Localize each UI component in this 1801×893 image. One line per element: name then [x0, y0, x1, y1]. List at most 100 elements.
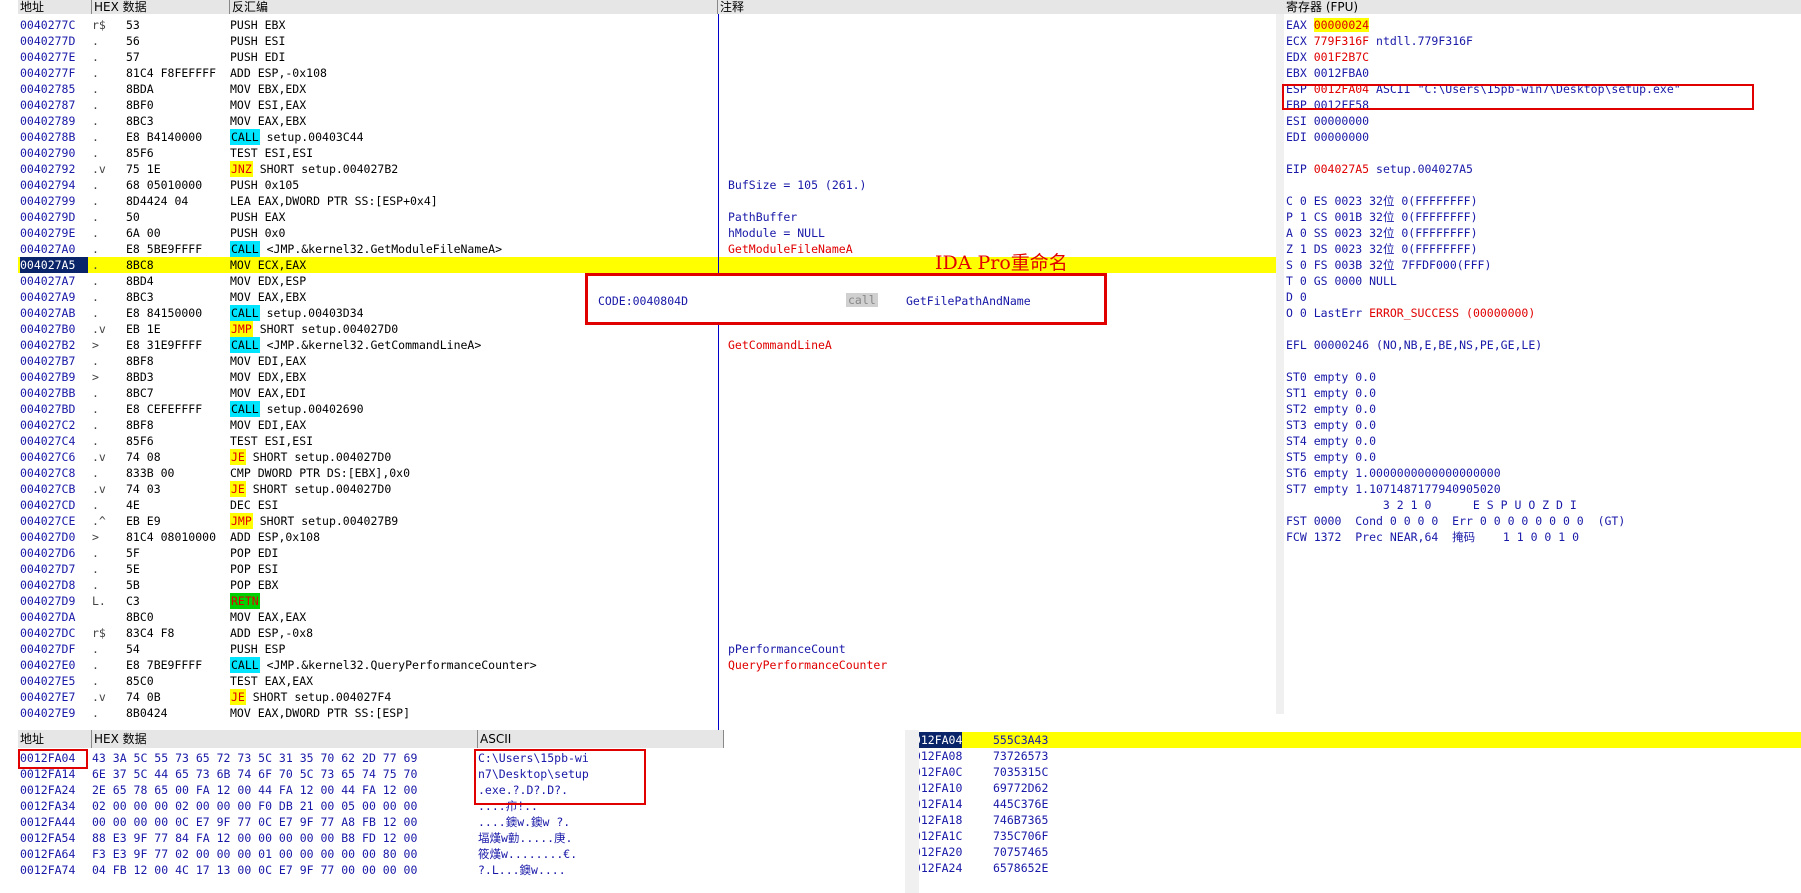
disasm-instruction[interactable]: CALL setup.00403C44 — [230, 129, 710, 145]
disasm-instruction[interactable]: PUSH 0x105 — [230, 177, 710, 193]
dump-address[interactable]: 0012FA54 — [20, 830, 75, 846]
disasm-row[interactable]: 004027B9 >8BD3 MOV EDX,EBX — [18, 369, 1293, 385]
disasm-row[interactable]: 00402799. 8D4424 04 LEA EAX,DWORD PTR SS:[… — [18, 193, 1293, 209]
dump-address[interactable]: 0012FA74 — [20, 862, 75, 878]
register-value[interactable]: 00000000 — [1314, 114, 1369, 128]
dump-col-ascii[interactable]: ASCII — [478, 730, 724, 748]
disasm-instruction[interactable]: MOV ECX,EAX — [230, 257, 710, 273]
disasm-address[interactable]: 004027E5 — [20, 673, 88, 689]
disasm-row[interactable]: 004027E5. 85C0 TEST EAX,EAX — [18, 673, 1293, 689]
disasm-row[interactable]: 0040279E. 6A 00 PUSH 0x0 hModule = NULL — [18, 225, 1293, 241]
stack-row[interactable]: 0012FA0C 7035315C — [905, 764, 1801, 780]
disasm-instruction[interactable]: PUSH ESI — [230, 33, 710, 49]
disasm-row[interactable]: 004027C6 .v 74 08 JE SHORT setup.004027D0 — [18, 449, 1293, 465]
disasm-row[interactable]: 004027B7. 8BF8 MOV EDI,EAX — [18, 353, 1293, 369]
disasm-row[interactable]: 004027D0 >81C4 08010000 ADD ESP,0x108 — [18, 529, 1293, 545]
disasm-address[interactable]: 0040277F — [20, 65, 88, 81]
disasm-row[interactable]: 0040278B. E8 B4140000 CALL setup.00403C44 — [18, 129, 1293, 145]
disasm-address[interactable]: 004027E0 — [20, 657, 88, 673]
register-row[interactable]: ST2 empty 0.0 — [1286, 401, 1376, 417]
disasm-address[interactable]: 004027AB — [20, 305, 88, 321]
register-row[interactable]: ESI 00000000 — [1286, 113, 1376, 129]
dump-row[interactable]: 0012FA64 F3 E3 9F 77 02 00 00 00 01 00 00… — [18, 846, 904, 862]
col-header-address[interactable]: 地址 — [18, 0, 92, 14]
register-row[interactable]: O 0 LastErr ERROR_SUCCESS (00000000) — [1286, 305, 1535, 321]
disasm-address[interactable]: 00402799 — [20, 193, 88, 209]
disasm-instruction[interactable]: PUSH 0x0 — [230, 225, 710, 241]
dump-row[interactable]: 0012FA04 43 3A 5C 55 73 65 72 73 5C 31 35… — [18, 750, 904, 766]
registers-header[interactable]: 寄存器 (FPU) — [1284, 0, 1801, 14]
disasm-instruction[interactable]: LEA EAX,DWORD PTR SS:[ESP+0x4] — [230, 193, 710, 209]
col-header-disasm[interactable]: 反汇编 — [230, 0, 718, 14]
disasm-address[interactable]: 004027BD — [20, 401, 88, 417]
disasm-address[interactable]: 004027E7 — [20, 689, 88, 705]
disasm-address[interactable]: 004027DA — [20, 609, 88, 625]
disasm-instruction[interactable]: ADD ESP,-0x8 — [230, 625, 710, 641]
stack-row[interactable]: 0012FA14 445C376E — [905, 796, 1801, 812]
disasm-row[interactable]: 004027DF. 54 PUSH ESP pPerformanceCount — [18, 641, 1293, 657]
stack-pane[interactable]: 0012FA04 555C3A43 0012FA08 73726573 0012FA0C… — [905, 730, 1801, 893]
register-row[interactable]: FST 0000 Cond 0 0 0 0 Err 0 0 0 0 0 0 0 … — [1286, 513, 1625, 529]
register-row[interactable]: ST0 empty 0.0 — [1286, 369, 1376, 385]
disasm-address[interactable]: 004027A9 — [20, 289, 88, 305]
col-header-comment[interactable]: 注释 — [718, 0, 1293, 14]
disasm-instruction[interactable]: TEST EAX,EAX — [230, 673, 710, 689]
disasm-row[interactable]: 00402792 .v 75 1E JNZ SHORT setup.004027B2 — [18, 161, 1293, 177]
disasm-row[interactable]: 004027DC r$ 83C4 F8 ADD ESP,-0x8 — [18, 625, 1293, 641]
disasm-row[interactable]: 00402794. 68 05010000 PUSH 0x105 BufSize = … — [18, 177, 1293, 193]
register-row[interactable]: EAX 00000024 — [1286, 17, 1376, 33]
disasm-address[interactable]: 004027CD — [20, 497, 88, 513]
disasm-address[interactable]: 004027D9 — [20, 593, 88, 609]
disasm-instruction[interactable]: PUSH EBX — [230, 17, 710, 33]
stack-row[interactable]: 0012FA18 746B7365 — [905, 812, 1801, 828]
disasm-address[interactable]: 004027A0 — [20, 241, 88, 257]
disasm-address[interactable]: 00402785 — [20, 81, 88, 97]
register-row[interactable]: ST4 empty 0.0 — [1286, 433, 1376, 449]
stack-row[interactable]: 0012FA04 555C3A43 — [905, 732, 1801, 748]
disasm-address[interactable]: 004027B0 — [20, 321, 88, 337]
stack-scrollbar[interactable] — [905, 730, 919, 893]
register-row[interactable]: 3 2 1 0 E S P U O Z D I — [1286, 497, 1577, 513]
disasm-row[interactable]: 004027D6. 5F POP EDI — [18, 545, 1293, 561]
disasm-row[interactable]: 004027C8. 833B 00 CMP DWORD PTR DS:[EBX],0… — [18, 465, 1293, 481]
register-row[interactable]: T 0 GS 0000 NULL — [1286, 273, 1397, 289]
stack-row[interactable]: 0012FA24 6578652E — [905, 860, 1801, 876]
disasm-instruction[interactable]: MOV EAX,EBX — [230, 113, 710, 129]
disasm-address[interactable]: 004027C6 — [20, 449, 88, 465]
disasm-instruction[interactable]: JE SHORT setup.004027D0 — [230, 449, 710, 465]
register-row[interactable]: ST5 empty 0.0 — [1286, 449, 1376, 465]
col-header-hex[interactable]: HEX 数据 — [92, 0, 230, 14]
dump-col-hex[interactable]: HEX 数据 — [92, 730, 478, 748]
register-value[interactable]: 004027A5 — [1314, 162, 1369, 176]
disasm-instruction[interactable]: ADD ESP,0x108 — [230, 529, 710, 545]
disasm-address[interactable]: 004027CE — [20, 513, 88, 529]
disasm-row[interactable]: 004027A5. 8BC8 MOV ECX,EAX — [18, 257, 1293, 273]
disasm-instruction[interactable]: POP EDI — [230, 545, 710, 561]
disasm-address[interactable]: 0040277D — [20, 33, 88, 49]
register-row[interactable]: EDX 001F2B7C — [1286, 49, 1376, 65]
disasm-instruction[interactable]: JE SHORT setup.004027F4 — [230, 689, 710, 705]
disasm-row[interactable]: 0040277E. 57 PUSH EDI — [18, 49, 1293, 65]
disasm-instruction[interactable]: TEST ESI,ESI — [230, 433, 710, 449]
disasm-instruction[interactable]: DEC ESI — [230, 497, 710, 513]
disasm-row[interactable]: 0040277D. 56 PUSH ESI — [18, 33, 1293, 49]
dump-address[interactable]: 0012FA34 — [20, 798, 75, 814]
register-row[interactable]: S 0 FS 003B 32位 7FFDF000(FFF) — [1286, 257, 1491, 273]
register-row[interactable]: ST3 empty 0.0 — [1286, 417, 1376, 433]
disasm-address[interactable]: 004027B9 — [20, 369, 88, 385]
dump-col-address[interactable]: 地址 — [18, 730, 92, 748]
disasm-row[interactable]: 004027C2. 8BF8 MOV EDI,EAX — [18, 417, 1293, 433]
disasm-row[interactable]: 004027DA 8BC0 MOV EAX,EAX — [18, 609, 1293, 625]
disasm-instruction[interactable]: POP EBX — [230, 577, 710, 593]
disasm-instruction[interactable]: PUSH EDI — [230, 49, 710, 65]
disasm-address[interactable]: 00402790 — [20, 145, 88, 161]
disasm-instruction[interactable]: PUSH EAX — [230, 209, 710, 225]
disasm-address[interactable]: 004027B2 — [20, 337, 88, 353]
disasm-row[interactable]: 004027E7 .v 74 0B JE SHORT setup.004027F4 — [18, 689, 1293, 705]
dump-row[interactable]: 0012FA74 04 FB 12 00 4C 17 13 00 0C E7 9F… — [18, 862, 904, 878]
disasm-address[interactable]: 0040277E — [20, 49, 88, 65]
register-value[interactable]: 0012FBA0 — [1314, 66, 1369, 80]
disasm-instruction[interactable]: MOV EAX,EDI — [230, 385, 710, 401]
disasm-address[interactable]: 004027A5 — [20, 257, 88, 273]
register-row[interactable]: D 0 — [1286, 289, 1314, 305]
